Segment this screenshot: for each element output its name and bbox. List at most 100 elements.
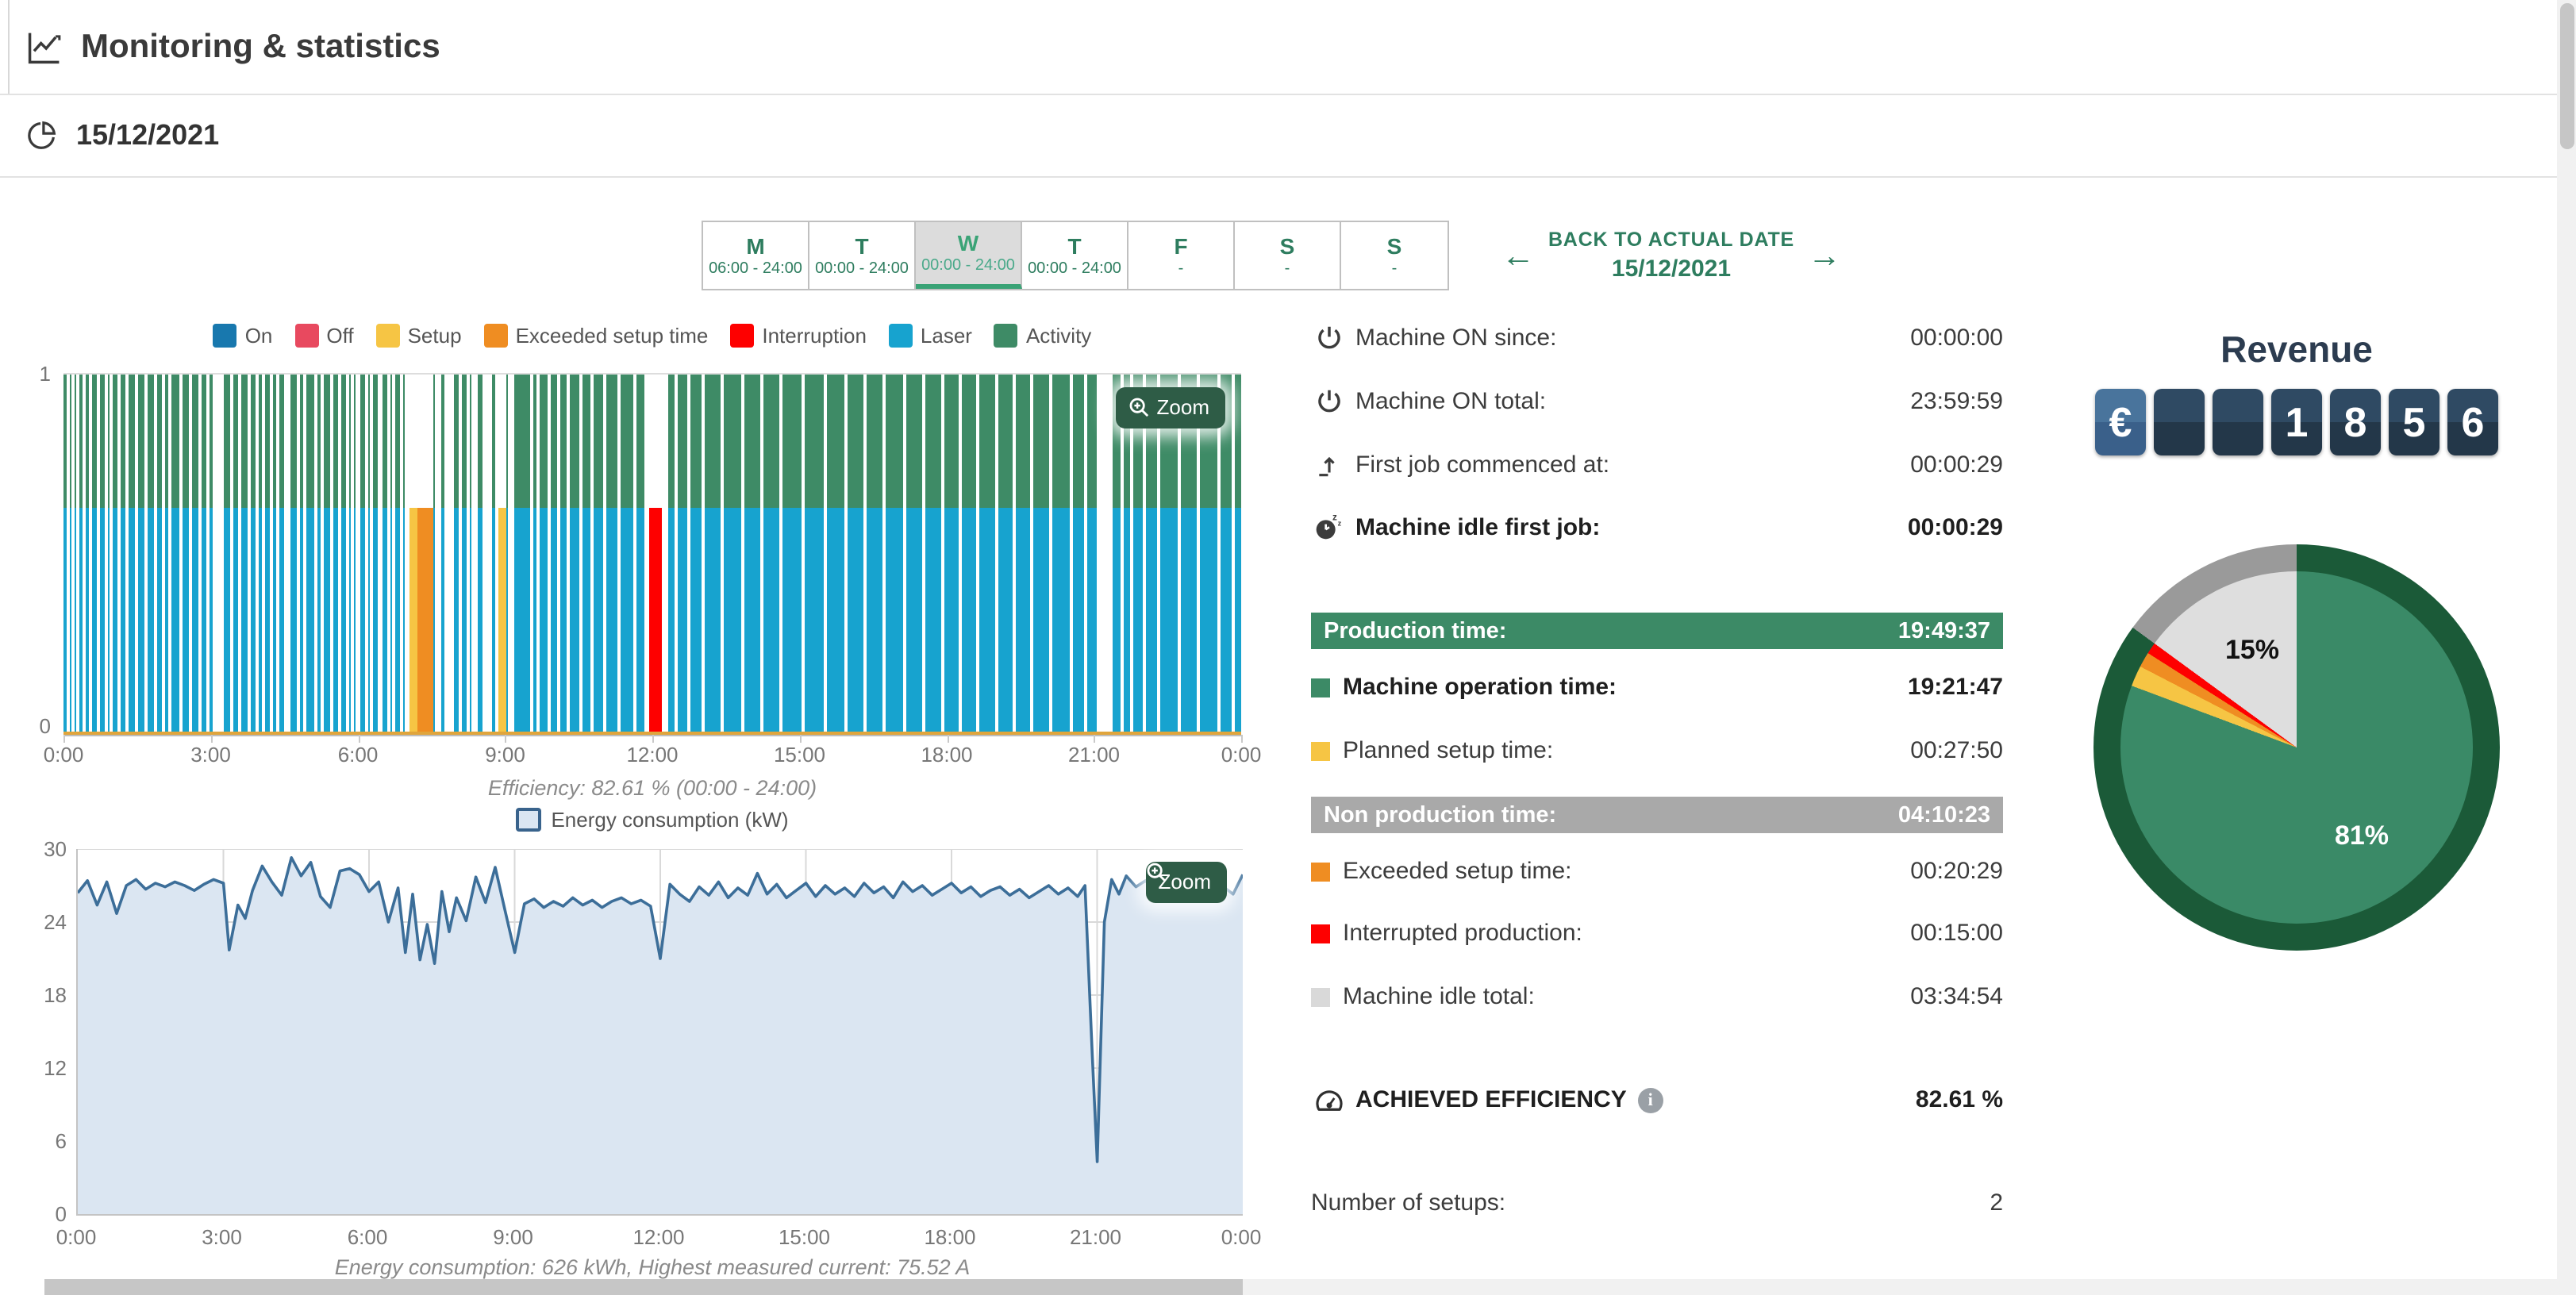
legend-label: Laser [921,324,972,348]
idle-gap-thin [277,375,280,735]
legend-label: Setup [408,324,462,348]
legend-label: Off [326,324,353,348]
week-day-letter: S [1280,232,1295,258]
timeline-zoom-button[interactable]: Zoom [1116,387,1225,428]
axis-tick [1241,735,1243,743]
week-day-s-6[interactable]: S- [1341,222,1448,289]
x-tick-label: 15:00 [779,1225,830,1249]
date-header: 15/12/2021 [0,95,2557,178]
idle-gap-thin [67,375,71,735]
idle-gap-thin [144,375,148,735]
idle-gap-thin [444,375,447,735]
idle-gap-thin [1158,375,1161,735]
sleep-clock-icon: z z [1311,511,1346,543]
stat-machine-operation-time: Machine operation time: 19:21:47 [1311,674,2003,701]
idle-gap-thin [1178,375,1181,735]
idle-gap-thin [686,375,690,735]
revenue-digit-tile-2 [2213,389,2263,455]
idle-gap-thin [1013,375,1016,735]
idle-gap [436,375,441,735]
energy-legend-label: Energy consumption (kW) [551,808,788,832]
stat-exceeded-setup-time: Exceeded setup time: 00:20:29 [1311,858,2003,885]
revenue-title: Revenue [2098,329,2495,371]
state-segment-setup [498,375,506,735]
x-tick-label: 0:00 [1221,1225,1262,1249]
energy-caption: Energy consumption: 626 kWh, Highest mea… [63,1255,1241,1279]
idle-gap [356,375,360,735]
week-day-t-1[interactable]: T00:00 - 24:00 [809,222,916,289]
monitoring-dashboard: Monitoring & statistics 15/12/2021 M06:0… [0,0,2576,1295]
idle-gap-thin [106,375,109,735]
week-day-f-4[interactable]: F- [1128,222,1235,289]
revenue-digit-tile-5: 5 [2389,389,2440,455]
idle-gap-thin [189,375,192,735]
energy-zoom-button[interactable]: Zoom [1146,862,1227,903]
app-header: Monitoring & statistics [0,0,2557,95]
legend-item-exceeded-setup-time[interactable]: Exceeded setup time [484,324,709,348]
svg-text:z: z [1332,513,1337,523]
idle-gap-thin [351,375,354,735]
idle-gap-thin [370,375,373,735]
week-day-letter: T [1067,232,1081,258]
idle-color-swatch [1311,987,1330,1006]
idle-gap-thin [198,375,202,735]
idle-gap-thin [547,375,550,735]
vertical-scrollbar-thumb[interactable] [2559,3,2574,149]
week-day-m-0[interactable]: M06:00 - 24:00 [703,222,809,289]
axis-tick [947,735,948,743]
idle-gap-thin [162,375,165,735]
stat-interrupted-production: Interrupted production: 00:15:00 [1311,920,2003,947]
legend-item-laser[interactable]: Laser [889,324,972,348]
x-tick-label: 9:00 [493,1225,533,1249]
back-to-actual-date-button[interactable]: BACK TO ACTUAL DATE 15/12/2021 [1548,229,1794,282]
idle-gap-thin [321,375,325,735]
next-day-arrow-button[interactable]: → [1801,236,1847,275]
idle-gap-thin [618,375,621,735]
energy-consumption-chart[interactable]: Zoom [76,849,1243,1216]
timeline-baseline [63,732,1241,735]
energy-legend[interactable]: Energy consumption (kW) [63,808,1241,832]
page-title: Monitoring & statistics [81,28,440,66]
exceeded-setup-color-swatch [1311,862,1330,881]
pie-date-icon [24,117,60,154]
legend-label: Exceeded setup time [516,324,709,348]
stat-machine-on-since: Machine ON since: 00:00:00 [1311,323,2003,353]
idle-gap-thin [1232,375,1235,735]
x-tick-label: 0:00 [44,743,84,767]
idle-gap-thin [387,375,390,735]
week-day-letter: T [855,232,868,258]
week-day-w-2[interactable]: W00:00 - 24:00 [916,222,1022,289]
week-day-letter: S [1387,232,1402,258]
info-icon[interactable]: i [1638,1087,1663,1112]
energy-legend-swatch [516,808,541,832]
legend-item-interruption[interactable]: Interruption [730,324,867,348]
legend-item-setup[interactable]: Setup [376,324,462,348]
idle-gap-thin [304,375,307,735]
legend-item-off[interactable]: Off [294,324,353,348]
x-tick-label: 18:00 [924,1225,975,1249]
state-segment-interruption [649,375,661,735]
previous-day-arrow-button[interactable]: ← [1495,236,1541,275]
week-day-t-3[interactable]: T00:00 - 24:00 [1022,222,1128,289]
x-tick-label: 15:00 [774,743,825,767]
idle-gap-thin [603,375,606,735]
non-production-time-banner: Non production time: 04:10:23 [1311,797,2003,833]
revenue-digit-display: €1856 [2095,389,2498,455]
revenue-currency-tile: € [2095,389,2146,455]
legend-color-swatch [484,324,508,348]
idle-gap-thin [959,375,962,735]
idle-gap-thin [802,375,805,735]
legend-item-on[interactable]: On [213,324,273,348]
legend-item-activity[interactable]: Activity [994,324,1091,348]
stat-machine-idle-first-job: z z Machine idle first job: 00:00:29 [1311,511,2003,543]
idle-gap [486,375,491,735]
idle-gap-thin [238,375,241,735]
x-tick-label: 12:00 [632,1225,684,1249]
machine-state-timeline-chart[interactable]: Zoom [63,373,1241,736]
vertical-scrollbar-track [2557,0,2576,1295]
horizontal-scrollbar-thumb[interactable] [44,1279,1243,1295]
operation-color-swatch [1311,678,1330,697]
week-day-s-5[interactable]: S- [1235,222,1341,289]
week-day-hours: - [1392,259,1398,279]
idle-gap-thin [1050,375,1053,735]
